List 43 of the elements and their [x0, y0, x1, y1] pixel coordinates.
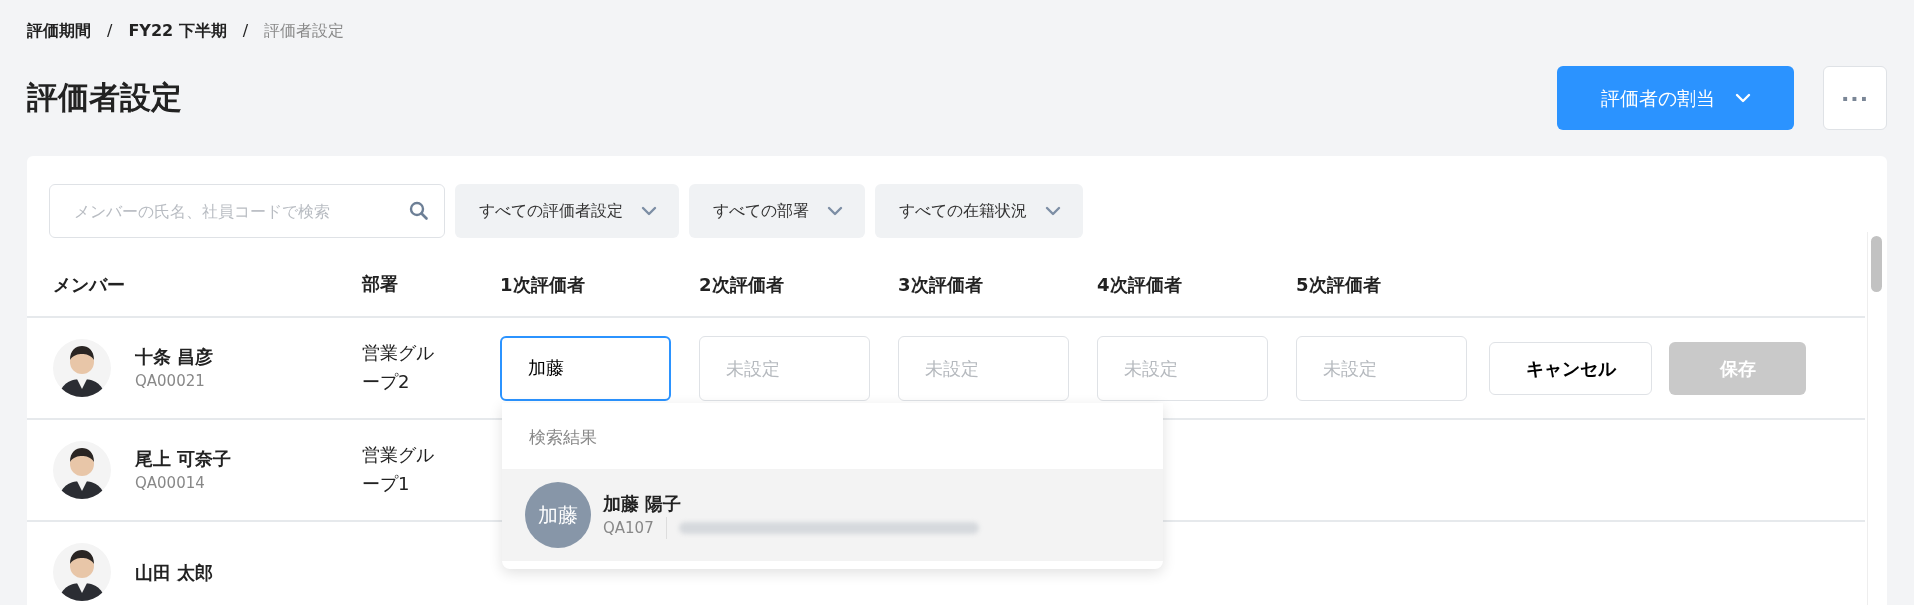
column-header: 5次評価者 — [1296, 273, 1381, 295]
column-header: 部署 — [362, 271, 399, 296]
evaluator-field[interactable]: 加藤 — [500, 335, 671, 401]
column-header: 1次評価者 — [500, 273, 585, 295]
evaluator-field[interactable]: 未設定 — [699, 335, 870, 401]
evaluator-field[interactable]: 未設定 — [898, 335, 1069, 401]
breadcrumb-current: 評価者設定 — [264, 20, 345, 42]
cancel-button[interactable]: キャンセル — [1489, 341, 1652, 395]
member-name: 十条 昌彦 — [135, 345, 214, 370]
chevron-down-icon — [827, 206, 843, 216]
page-title: 評価者設定 — [27, 79, 183, 117]
search-icon — [409, 201, 429, 221]
department-text: 営業グループ1 — [362, 443, 435, 496]
search-field[interactable]: メンバーの氏名、社員コードで検索 — [49, 184, 445, 238]
search-result-item[interactable]: 加藤 加藤 陽子 QA107 — [502, 468, 1163, 561]
more-button[interactable]: ··· — [1823, 66, 1887, 130]
breadcrumb-link[interactable]: FY22 下半期 — [128, 19, 227, 43]
scrollbar[interactable] — [1867, 232, 1885, 605]
breadcrumb-separator: / — [107, 20, 113, 42]
scrollbar-thumb[interactable] — [1871, 236, 1882, 292]
breadcrumb-separator: / — [242, 20, 249, 42]
result-name: 加藤 陽子 — [603, 491, 683, 516]
dropdown-header: 検索結果 — [528, 426, 598, 449]
chevron-down-icon — [1045, 206, 1061, 216]
evaluator-field[interactable]: 未設定 — [1097, 335, 1268, 401]
column-header: 4次評価者 — [1097, 273, 1182, 295]
employee-code: QA00014 — [135, 473, 206, 495]
member-name: 尾上 可奈子 — [135, 447, 232, 472]
chevron-down-icon — [641, 206, 657, 216]
breadcrumb-link[interactable]: 評価期間 — [27, 19, 91, 43]
chevron-down-icon — [1734, 93, 1751, 103]
column-header: 3次評価者 — [898, 273, 983, 295]
department-text: 営業グループ2 — [362, 341, 435, 394]
filter-dropdown[interactable]: すべての部署 — [689, 184, 865, 238]
employee-code: QA00021 — [135, 371, 206, 393]
filter-dropdown[interactable]: すべての評価者設定 — [455, 184, 679, 238]
result-code: QA107 — [603, 517, 654, 539]
evaluator-field[interactable]: 未設定 — [1296, 335, 1467, 401]
initials-avatar: 加藤 — [525, 481, 591, 548]
column-header: 2次評価者 — [699, 273, 784, 295]
column-header: メンバー — [53, 272, 125, 297]
member-name: 山田 太郎 — [135, 560, 214, 585]
filter-dropdown[interactable]: すべての在籍状況 — [875, 184, 1083, 238]
